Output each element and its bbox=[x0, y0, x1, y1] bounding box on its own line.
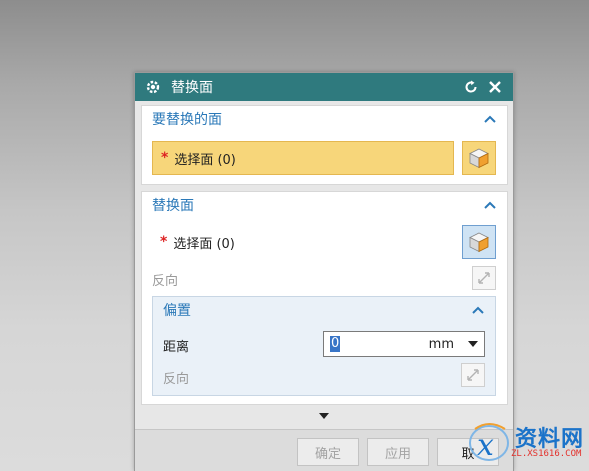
reverse-direction-button[interactable] bbox=[472, 266, 496, 290]
dialog-footer: 确定 应用 取 bbox=[135, 429, 513, 471]
select-face-label: 选择面 (0) bbox=[174, 152, 236, 168]
distance-value: 0 bbox=[330, 336, 341, 352]
gear-icon[interactable] bbox=[145, 79, 161, 95]
face-select-button[interactable] bbox=[462, 141, 496, 175]
face-to-replace-title: 要替换的面 bbox=[152, 112, 222, 128]
offset-title: 偏置 bbox=[163, 303, 191, 319]
apply-button[interactable]: 应用 bbox=[367, 438, 429, 466]
replacement-face-header[interactable]: 替换面 bbox=[142, 192, 507, 218]
dialog-titlebar: 替换面 bbox=[135, 73, 513, 101]
chevron-up-icon[interactable] bbox=[483, 198, 497, 212]
close-icon[interactable] bbox=[485, 77, 505, 97]
ok-button[interactable]: 确定 bbox=[297, 438, 359, 466]
distance-input[interactable]: 0 mm bbox=[323, 331, 485, 357]
offset-reverse-button[interactable] bbox=[461, 363, 485, 387]
reverse-direction-label: 反向 bbox=[152, 274, 179, 289]
select-face-label: 选择面 (0) bbox=[173, 236, 235, 252]
replacement-face-group: 替换面 * 选择面 (0) 反向 偏置 距离 0 mm 反向 bbox=[141, 191, 508, 405]
cube-icon bbox=[469, 232, 489, 253]
face-to-replace-group: 要替换的面 * 选择面 (0) bbox=[141, 105, 508, 185]
triangle-down-icon[interactable] bbox=[317, 411, 331, 421]
chevron-up-icon[interactable] bbox=[471, 303, 485, 317]
chevron-up-icon[interactable] bbox=[483, 112, 497, 126]
site-watermark: x 资料网 ZL.XS1616.COM bbox=[467, 415, 585, 469]
replace-face-dialog: 替换面 要替换的面 * 选择面 (0) 替换面 * 选择面 (0) 反向 偏置 … bbox=[134, 72, 514, 471]
select-replacement-face[interactable]: * 选择面 (0) bbox=[152, 225, 454, 259]
replacement-face-title: 替换面 bbox=[152, 198, 194, 214]
replacement-face-select-button[interactable] bbox=[462, 225, 496, 259]
cube-icon bbox=[469, 148, 489, 169]
caret-down-icon[interactable] bbox=[468, 339, 478, 349]
distance-label: 距离 bbox=[163, 340, 190, 355]
watermark-logo-icon: x bbox=[469, 423, 509, 463]
dialog-title: 替换面 bbox=[171, 80, 213, 96]
distance-unit: mm bbox=[428, 336, 454, 352]
reset-icon[interactable] bbox=[461, 77, 481, 97]
required-asterisk: * bbox=[160, 234, 168, 250]
watermark-url: ZL.XS1616.COM bbox=[511, 449, 582, 459]
select-face-to-replace[interactable]: * 选择面 (0) bbox=[152, 141, 454, 175]
offset-reverse-label: 反向 bbox=[163, 372, 190, 387]
reverse-direction-icon bbox=[478, 272, 490, 284]
offset-subgroup: 偏置 距离 0 mm 反向 bbox=[152, 296, 496, 396]
svg-text:x: x bbox=[477, 428, 494, 463]
face-to-replace-header[interactable]: 要替换的面 bbox=[142, 106, 507, 132]
required-asterisk: * bbox=[161, 150, 169, 166]
offset-header[interactable]: 偏置 bbox=[153, 297, 495, 323]
reverse-direction-icon bbox=[467, 369, 479, 381]
